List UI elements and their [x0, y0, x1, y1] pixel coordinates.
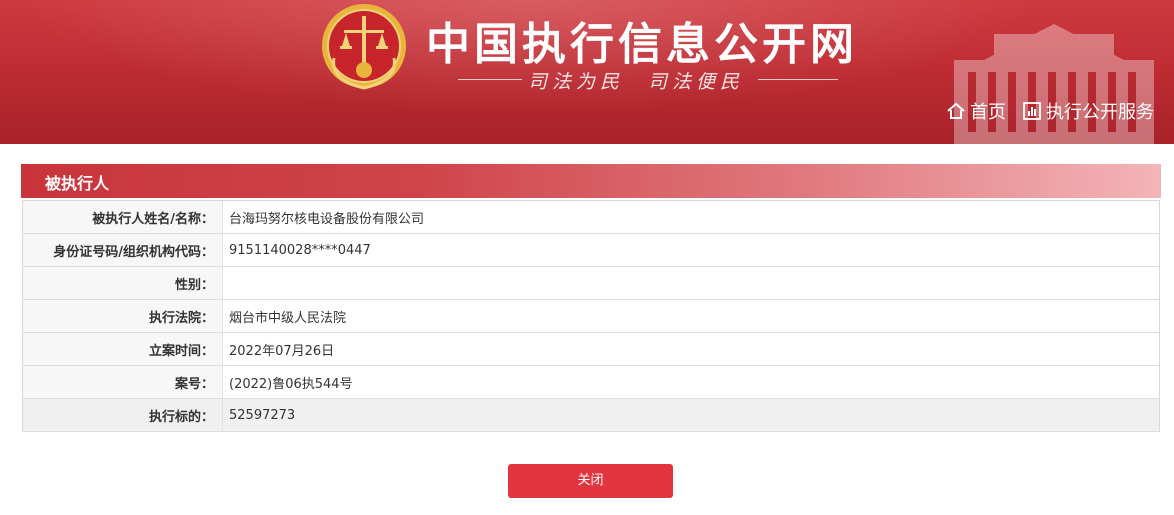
row-label-case-number: 案号： — [22, 365, 223, 399]
row-label-amount: 执行标的： — [22, 398, 223, 432]
table-row: 立案时间： 2022年07月26日 — [22, 332, 1160, 366]
slogan-row: 司法为民 司法便民 — [458, 66, 838, 94]
slogan: 司法为民 司法便民 — [528, 71, 745, 93]
row-value-gender — [222, 266, 1160, 300]
table-row: 身份证号码/组织机构代码： 9151140028****0447 — [22, 233, 1160, 267]
site-title: 中国执行信息公开网 — [426, 19, 858, 70]
home-icon — [947, 102, 965, 119]
row-value-court: 烟台市中级人民法院 — [222, 299, 1160, 333]
nav-home[interactable]: 首页 — [946, 98, 1006, 124]
court-emblem-icon — [322, 4, 406, 90]
table-row: 执行标的： 52597273 — [22, 398, 1160, 432]
section-title: 被执行人 — [45, 174, 110, 193]
nav-home-label: 首页 — [970, 102, 1006, 123]
row-label-court: 执行法院： — [22, 299, 223, 333]
bar-chart-icon — [1023, 102, 1041, 120]
slogan-divider-right — [758, 79, 838, 80]
row-label-gender: 性别： — [22, 266, 223, 300]
table-row: 性别： — [22, 266, 1160, 300]
row-value-name: 台海玛努尔核电设备股份有限公司 — [222, 200, 1160, 234]
row-label-filing-date: 立案时间： — [22, 332, 223, 366]
row-value-filing-date: 2022年07月26日 — [222, 332, 1160, 366]
row-value-id-code: 9151140028****0447 — [222, 233, 1160, 267]
slogan-divider-left — [458, 79, 522, 80]
section-header: 被执行人 — [21, 164, 1161, 198]
table-row: 被执行人姓名/名称： 台海玛努尔核电设备股份有限公司 — [22, 200, 1160, 234]
court-building-illustration — [954, 24, 1154, 144]
row-label-id-code: 身份证号码/组织机构代码： — [22, 233, 223, 267]
site-header: 中国执行信息公开网 司法为民 司法便民 首页 执行公开服务 — [0, 0, 1174, 144]
row-value-case-number: (2022)鲁06执544号 — [222, 365, 1160, 399]
row-value-amount: 52597273 — [222, 398, 1160, 432]
table-row: 执行法院： 烟台市中级人民法院 — [22, 299, 1160, 333]
table-row: 案号： (2022)鲁06执544号 — [22, 365, 1160, 399]
nav-execution-service[interactable]: 执行公开服务 — [1022, 98, 1154, 124]
debtor-info-table: 被执行人姓名/名称： 台海玛努尔核电设备股份有限公司 身份证号码/组织机构代码：… — [22, 200, 1160, 432]
close-button[interactable]: 关闭 — [508, 464, 673, 498]
top-nav: 首页 执行公开服务 — [930, 98, 1154, 124]
row-label-name: 被执行人姓名/名称： — [22, 200, 223, 234]
nav-execution-service-label: 执行公开服务 — [1046, 102, 1154, 123]
close-button-label: 关闭 — [577, 473, 604, 488]
